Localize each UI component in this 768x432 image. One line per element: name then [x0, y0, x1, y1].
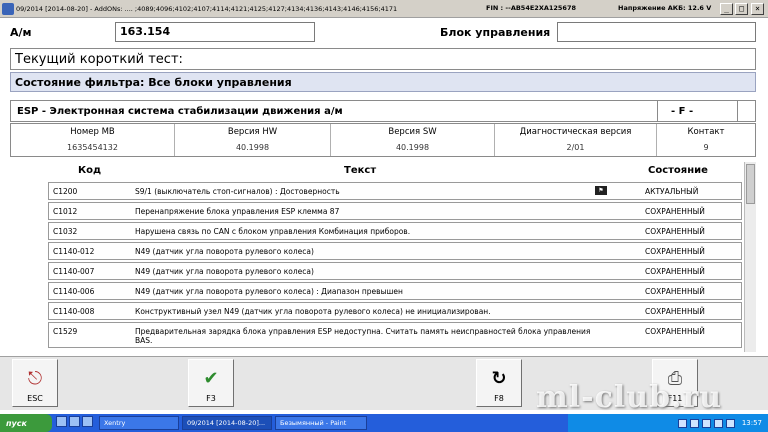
fault-text: N49 (датчик угла поворота рулевого колес…	[135, 267, 314, 276]
table-row[interactable]: C1012 Перенапряжение блока управления ES…	[48, 202, 742, 220]
quick-launch	[56, 416, 96, 430]
title-bar: 09/2014 [2014-08-20] - AddONs: .... ;408…	[0, 0, 768, 18]
taskbar-item-xentry[interactable]: Xentry	[99, 416, 179, 430]
fault-code: C1200	[53, 187, 78, 196]
app-window: 09/2014 [2014-08-20] - AddONs: .... ;408…	[0, 0, 768, 432]
table-row[interactable]: C1200 S9/1 (выключатель стоп-сигналов) :…	[48, 182, 742, 200]
taskbar: пуск Xentry 09/2014 [2014-08-20]... Безы…	[0, 414, 768, 432]
scrollbar-thumb[interactable]	[746, 164, 755, 204]
fault-state: СОХРАНЕННЫЙ	[645, 247, 705, 256]
fault-state: СОХРАНЕННЫЙ	[645, 267, 705, 276]
checkmark-icon: ✔	[203, 368, 219, 389]
fault-state: СОХРАНЕННЫЙ	[645, 207, 705, 216]
f8-button[interactable]: ↻ F8	[476, 359, 522, 407]
window-title: 09/2014 [2014-08-20] - AddONs: .... ;408…	[16, 4, 398, 13]
battery-voltage: Напряжение АКБ: 12.6 V	[618, 4, 712, 12]
clock: 13:57	[741, 419, 762, 427]
filter-status: Состояние фильтра: Все блоки управления	[10, 72, 756, 92]
esp-fault-flag: - F -	[671, 106, 694, 117]
fault-code: C1012	[53, 207, 78, 216]
tray-icon[interactable]	[713, 418, 723, 428]
fault-text: Конструктивный узел N49 (датчик угла пов…	[135, 307, 491, 316]
fin-label: FIN : --AB54E2XA125678	[486, 4, 576, 12]
fault-code: C1140-007	[53, 267, 95, 276]
fault-state: СОХРАНЕННЫЙ	[645, 227, 705, 236]
short-test-box: Текущий короткий тест:	[10, 48, 756, 70]
info-hw-version: Версия HW 40.1998	[175, 124, 331, 156]
fault-text: N49 (датчик угла поворота рулевого колес…	[135, 287, 403, 296]
tray-icon[interactable]	[689, 418, 699, 428]
fault-code: C1032	[53, 227, 78, 236]
control-unit-label: Блок управления	[440, 26, 551, 39]
fault-text: N49 (датчик угла поворота рулевого колес…	[135, 247, 314, 256]
info-contact: Контакт 9	[687, 127, 725, 152]
fault-table-header: Код Текст Состояние	[48, 162, 742, 180]
taskbar-item-paint[interactable]: Безымянный - Paint	[275, 416, 367, 430]
control-unit-field[interactable]	[557, 22, 756, 42]
vehicle-label: А/м	[10, 26, 32, 39]
control-unit-info: Номер MB 1635454132 Версия HW 40.1998 Ве…	[10, 123, 756, 157]
info-diagnostic-version: Диагностическая версия 2/01	[495, 124, 657, 156]
fault-code: C1140-008	[53, 307, 95, 316]
esc-button[interactable]: ⎋ ESC	[12, 359, 58, 407]
tray-icon[interactable]	[677, 418, 687, 428]
fault-code: C1529	[53, 327, 78, 336]
table-row[interactable]: C1140-008 Конструктивный узел N49 (датчи…	[48, 302, 742, 320]
refresh-icon: ↻	[491, 368, 507, 389]
exit-door-icon: ⎋	[27, 368, 43, 389]
table-scrollbar[interactable]	[744, 162, 756, 352]
fault-text: Нарушена связь по CAN с блоком управлени…	[135, 227, 411, 236]
esp-panel-header[interactable]: ESP - Электронная система стабилизации д…	[10, 100, 756, 122]
esp-title: ESP - Электронная система стабилизации д…	[17, 106, 343, 117]
fault-table: C1200 S9/1 (выключатель стоп-сигналов) :…	[48, 182, 742, 350]
info-sw-version: Версия SW 40.1998	[331, 124, 495, 156]
esp-expand-box[interactable]	[737, 101, 755, 121]
table-row[interactable]: C1140-007 N49 (датчик угла поворота руле…	[48, 262, 742, 280]
table-row[interactable]: C1140-006 N49 (датчик угла поворота руле…	[48, 282, 742, 300]
fault-text: Перенапряжение блока управления ESP клем…	[135, 207, 340, 216]
fault-code: C1140-012	[53, 247, 95, 256]
fault-flag-icon: ⚑	[595, 186, 607, 195]
quick-launch-icon[interactable]	[56, 416, 67, 427]
col-text: Текст	[344, 165, 377, 176]
close-button[interactable]: ×	[751, 3, 764, 15]
fault-state: СОХРАНЕННЫЙ	[645, 287, 705, 296]
col-code: Код	[78, 165, 102, 176]
start-button[interactable]: пуск	[0, 414, 52, 432]
vehicle-field[interactable]: 163.154	[115, 22, 315, 42]
maximize-button[interactable]: □	[735, 3, 748, 15]
f3-button[interactable]: ✔ F3	[188, 359, 234, 407]
fault-state: СОХРАНЕННЫЙ	[645, 307, 705, 316]
tray-icon[interactable]	[725, 418, 735, 428]
watermark: ml-club.ru	[536, 380, 723, 415]
minimize-button[interactable]: _	[720, 3, 733, 15]
taskbar-item-diagnosis[interactable]: 09/2014 [2014-08-20]...	[182, 416, 272, 430]
tray-icon[interactable]	[701, 418, 711, 428]
app-icon	[2, 2, 14, 15]
col-state: Состояние	[648, 165, 708, 176]
info-mb-number: Номер MB 1635454132	[11, 124, 175, 156]
divider	[657, 101, 658, 121]
fault-state: СОХРАНЕННЫЙ	[645, 327, 705, 336]
table-row[interactable]: C1032 Нарушена связь по CAN с блоком упр…	[48, 222, 742, 240]
fault-text: Предварительная зарядка блока управления…	[135, 327, 591, 345]
quick-launch-icon[interactable]	[69, 416, 80, 427]
system-tray: 13:57	[568, 414, 768, 432]
fault-code: C1140-006	[53, 287, 95, 296]
table-row[interactable]: C1529 Предварительная зарядка блока упра…	[48, 322, 742, 348]
quick-launch-icon[interactable]	[82, 416, 93, 427]
fault-state: АКТУАЛЬНЫЙ	[645, 187, 699, 196]
table-row[interactable]: C1140-012 N49 (датчик угла поворота руле…	[48, 242, 742, 260]
fault-text: S9/1 (выключатель стоп-сигналов) : Досто…	[135, 187, 340, 196]
